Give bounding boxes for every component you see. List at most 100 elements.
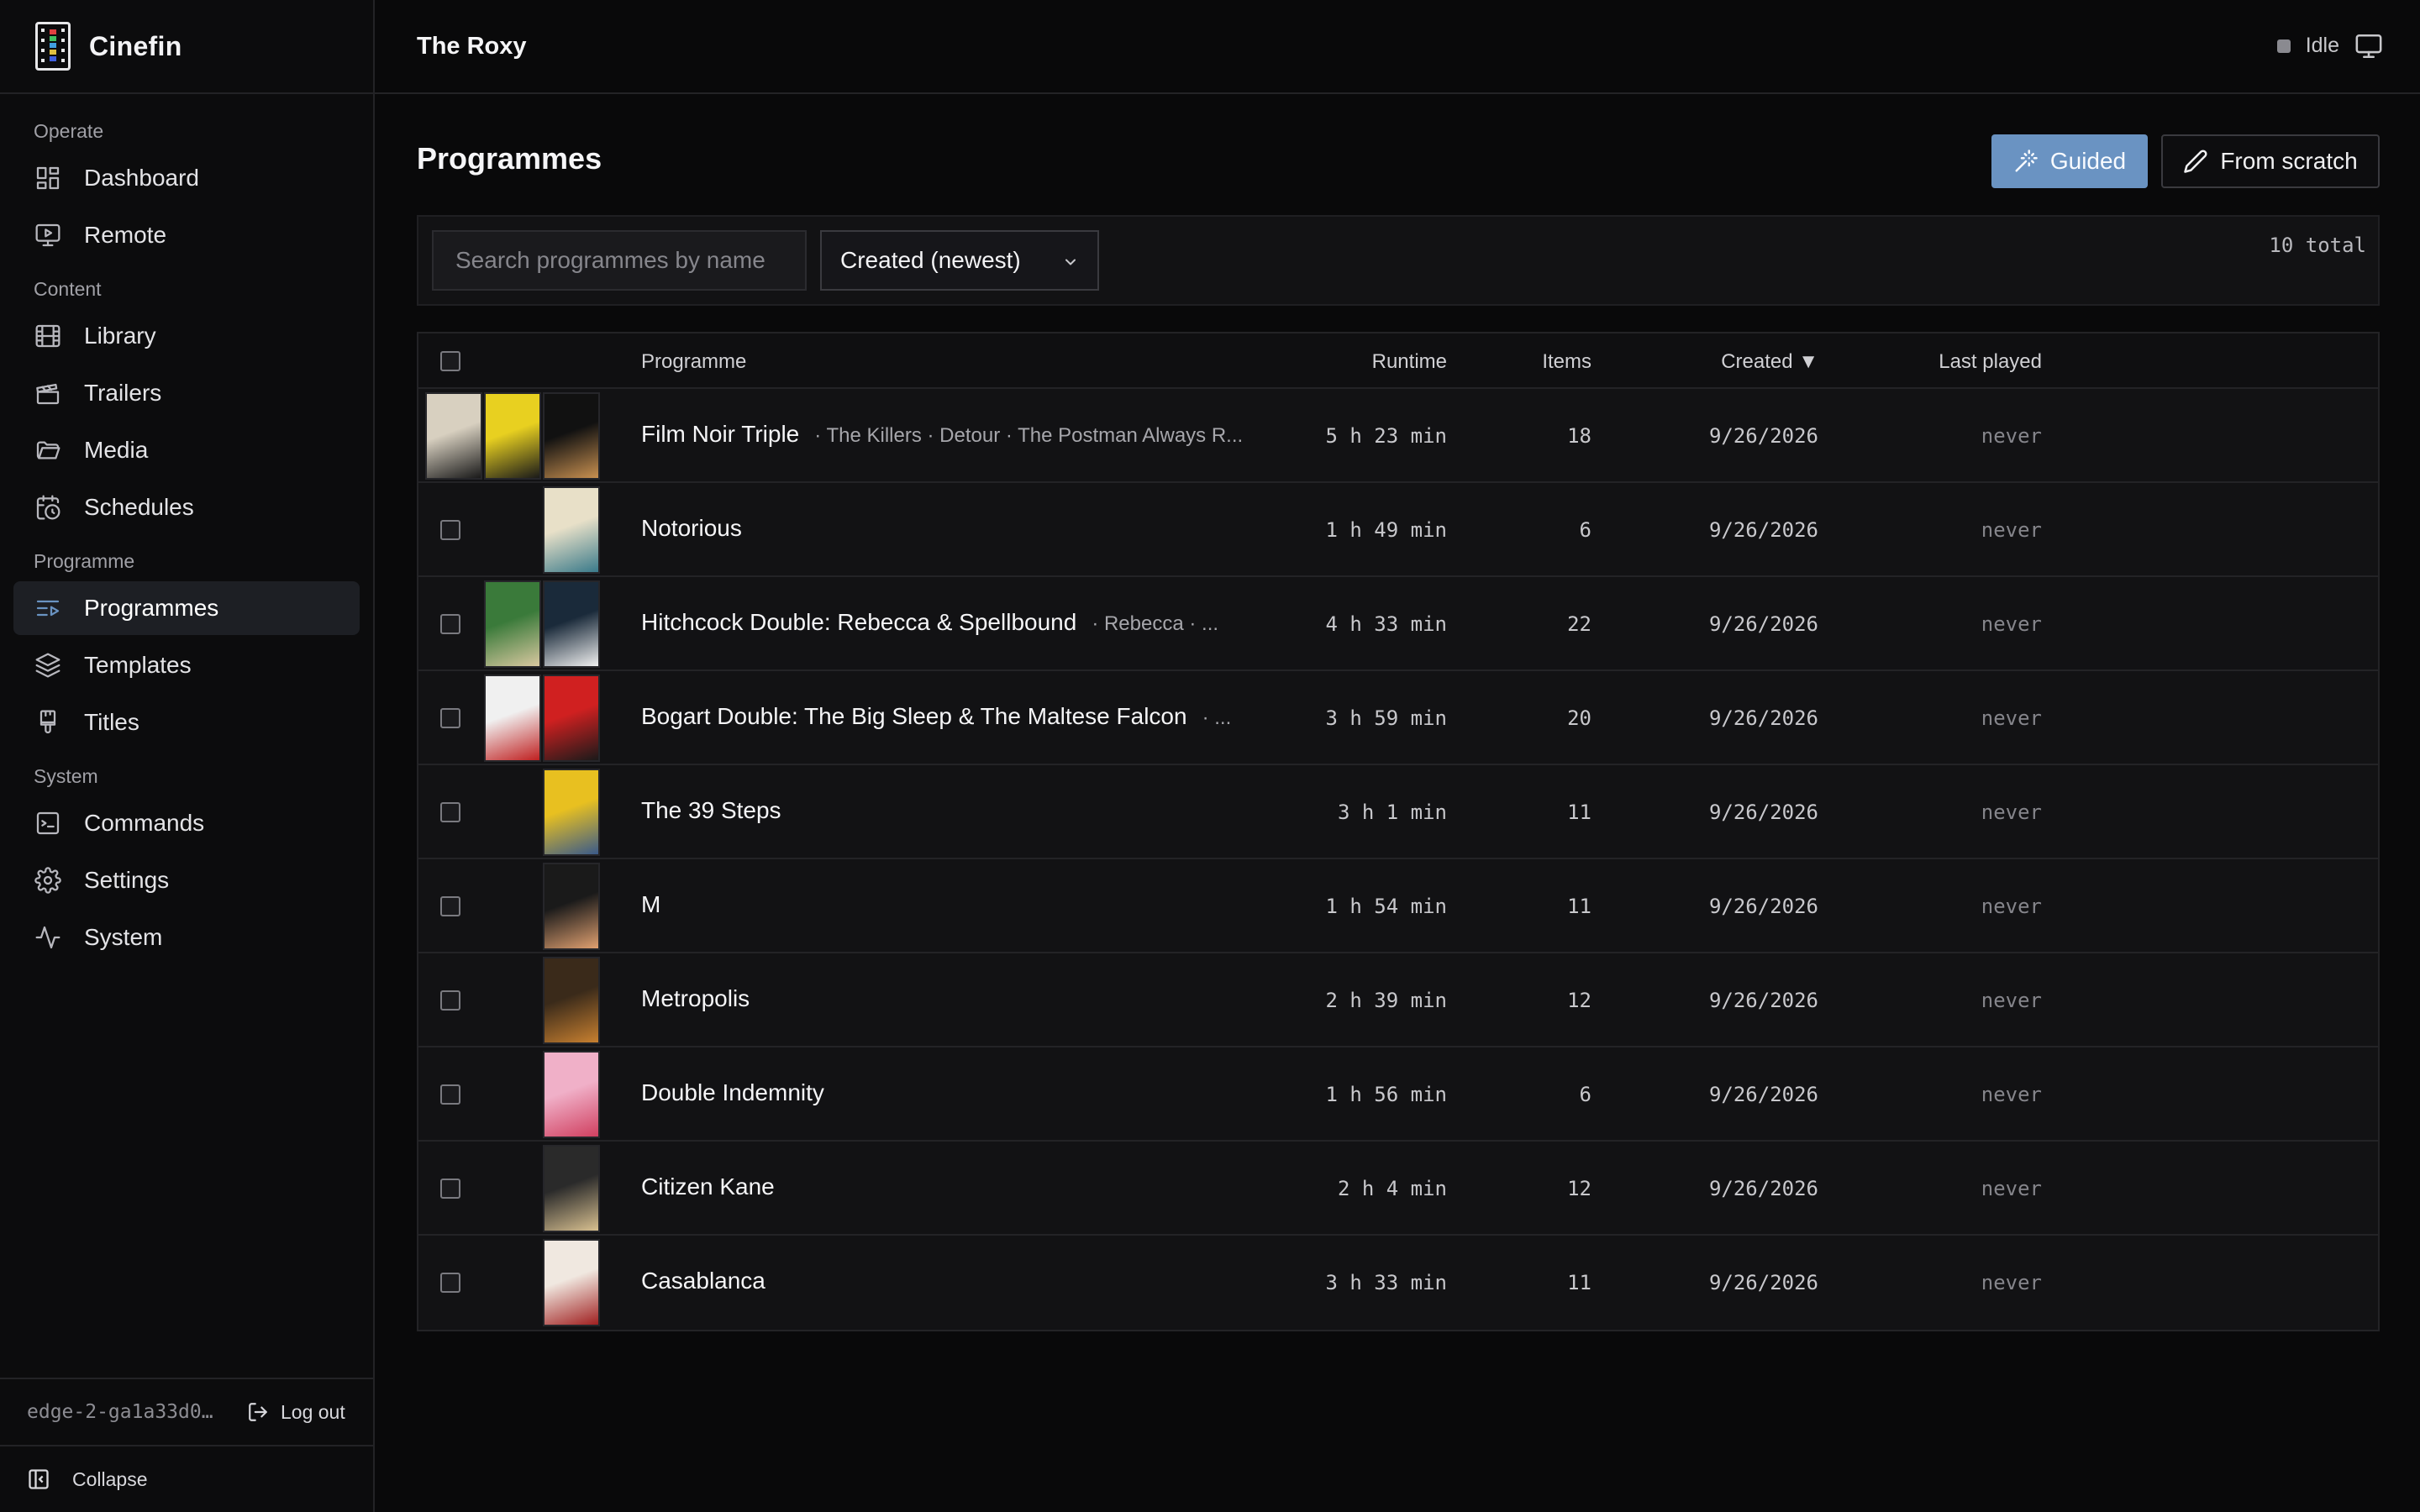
- created-cell: 9/26/2026: [1708, 1083, 1818, 1106]
- programme-cell: Citizen Kane: [641, 1173, 775, 1200]
- programme-title[interactable]: M: [641, 891, 660, 918]
- programme-title[interactable]: Casablanca: [641, 1268, 765, 1294]
- sidebar-item-label: Templates: [84, 652, 192, 678]
- table-row[interactable]: Casablanca 3 h 33 min 11 9/26/2026 never: [418, 1236, 2378, 1330]
- row-checkbox[interactable]: [440, 614, 460, 634]
- runtime-cell: 2 h 4 min: [1337, 1177, 1447, 1200]
- guided-label: Guided: [2049, 148, 2127, 174]
- last-played-cell: never: [1981, 1271, 2042, 1294]
- sidebar-item-commands[interactable]: Commands: [13, 796, 360, 850]
- app-name: Cinefin: [89, 30, 182, 61]
- sidebar-item-titles[interactable]: Titles: [13, 696, 360, 749]
- gear-icon: [34, 866, 62, 895]
- programme-title[interactable]: Bogart Double: The Big Sleep & The Malte…: [641, 703, 1187, 730]
- programme-title[interactable]: Metropolis: [641, 985, 750, 1012]
- programme-title[interactable]: Citizen Kane: [641, 1173, 775, 1200]
- brand[interactable]: Cinefin: [0, 0, 373, 94]
- programme-title[interactable]: Notorious: [641, 515, 742, 542]
- poster-thumbnails: [541, 769, 600, 856]
- collapse-label: Collapse: [72, 1467, 148, 1490]
- table-header: Programme Runtime Items Created ▼ Last p…: [418, 333, 2378, 389]
- programme-items-summary: · The Killers · Detour · The Postman Alw…: [814, 424, 1244, 447]
- row-checkbox[interactable]: [440, 1084, 460, 1105]
- pencil-icon: [2184, 150, 2207, 173]
- last-played-cell: never: [1981, 1083, 2042, 1106]
- sidebar-item-templates[interactable]: Templates: [13, 638, 360, 692]
- table-body: Film Noir Triple · The Killers · Detour ·…: [418, 389, 2378, 1330]
- table-row[interactable]: Double Indemnity 1 h 56 min 6 9/26/2026 neve…: [418, 1047, 2378, 1142]
- row-checkbox[interactable]: [440, 802, 460, 822]
- created-cell: 9/26/2026: [1708, 895, 1818, 918]
- guided-button[interactable]: Guided: [1991, 134, 2148, 188]
- list-play-icon: [34, 594, 62, 622]
- created-cell: 9/26/2026: [1708, 706, 1818, 730]
- poster-thumbnails: [482, 675, 600, 762]
- runtime-cell: 1 h 56 min: [1325, 1083, 1448, 1106]
- row-checkbox[interactable]: [440, 1179, 460, 1199]
- poster-thumbnail: [484, 392, 541, 480]
- row-checkbox[interactable]: [440, 708, 460, 728]
- sidebar-item-label: Trailers: [84, 380, 162, 406]
- runtime-cell: 3 h 1 min: [1337, 801, 1447, 824]
- from-scratch-button[interactable]: From scratch: [2161, 134, 2380, 188]
- row-checkbox[interactable]: [440, 896, 460, 916]
- page-title: Programmes: [417, 141, 602, 176]
- search-input[interactable]: [432, 230, 807, 291]
- sidebar-item-system[interactable]: System: [13, 911, 360, 964]
- programmes-table: Programme Runtime Items Created ▼ Last p…: [417, 332, 2380, 1331]
- poster-thumbnails: [541, 957, 600, 1044]
- row-checkbox[interactable]: [440, 990, 460, 1011]
- programme-title[interactable]: Film Noir Triple: [641, 421, 799, 448]
- sidebar-item-remote[interactable]: Remote: [13, 208, 360, 262]
- runtime-cell: 1 h 49 min: [1325, 518, 1448, 542]
- column-last-played[interactable]: Last played: [1939, 350, 2042, 374]
- logout-icon: [249, 1403, 267, 1421]
- programme-title[interactable]: The 39 Steps: [641, 797, 781, 824]
- sidebar-item-schedules[interactable]: Schedules: [13, 480, 360, 534]
- terminal-icon: [34, 809, 62, 837]
- table-row[interactable]: Citizen Kane 2 h 4 min 12 9/26/2026 never: [418, 1142, 2378, 1236]
- poster-thumbnail: [543, 580, 600, 668]
- column-runtime[interactable]: Runtime: [1372, 350, 1447, 374]
- sidebar-item-programmes[interactable]: Programmes: [13, 581, 360, 635]
- created-cell: 9/26/2026: [1708, 989, 1818, 1012]
- activity-icon: [34, 923, 62, 952]
- table-row[interactable]: Bogart Double: The Big Sleep & The Malte…: [418, 671, 2378, 765]
- select-all-checkbox[interactable]: [440, 351, 460, 371]
- table-row[interactable]: Metropolis 2 h 39 min 12 9/26/2026 never: [418, 953, 2378, 1047]
- table-row[interactable]: The 39 Steps 3 h 1 min 11 9/26/2026 never: [418, 765, 2378, 859]
- row-checkbox[interactable]: [440, 520, 460, 540]
- collapse-button[interactable]: Collapse: [0, 1445, 373, 1512]
- programme-cell: Metropolis: [641, 985, 750, 1012]
- logout-label: Log out: [281, 1400, 345, 1423]
- venue-name[interactable]: The Roxy: [417, 33, 527, 60]
- column-items[interactable]: Items: [1542, 350, 1591, 374]
- programme-title[interactable]: Double Indemnity: [641, 1079, 824, 1106]
- table-row[interactable]: Film Noir Triple · The Killers · Detour ·…: [418, 389, 2378, 483]
- calendar-clock-icon: [34, 493, 62, 522]
- sidebar-item-library[interactable]: Library: [13, 309, 360, 363]
- last-played-cell: never: [1981, 989, 2042, 1012]
- sidebar-item-settings[interactable]: Settings: [13, 853, 360, 907]
- created-cell: 9/26/2026: [1708, 518, 1818, 542]
- programme-cell: The 39 Steps: [641, 797, 781, 824]
- sidebar-item-media[interactable]: Media: [13, 423, 360, 477]
- poster-thumbnails: [541, 1051, 600, 1138]
- row-checkbox[interactable]: [440, 1273, 460, 1293]
- sidebar-item-dashboard[interactable]: Dashboard: [13, 151, 360, 205]
- programme-title[interactable]: Hitchcock Double: Rebecca & Spellbound: [641, 609, 1076, 636]
- logout-button[interactable]: Log out: [247, 1401, 345, 1424]
- column-programme[interactable]: Programme: [641, 350, 746, 374]
- sort-select[interactable]: Created (newest): [820, 230, 1099, 291]
- runtime-cell: 5 h 23 min: [1325, 424, 1448, 448]
- table-row[interactable]: M 1 h 54 min 11 9/26/2026 never: [418, 859, 2378, 953]
- poster-thumbnail: [543, 1145, 600, 1232]
- table-row[interactable]: Notorious 1 h 49 min 6 9/26/2026 never: [418, 483, 2378, 577]
- table-row[interactable]: Hitchcock Double: Rebecca & Spellbound · …: [418, 577, 2378, 671]
- poster-thumbnail: [543, 1239, 600, 1326]
- monitor-icon[interactable]: [2354, 32, 2383, 60]
- sidebar-nav: Operate Dashboard Remote Content Library Trai…: [0, 94, 373, 964]
- sort-value: Created (newest): [840, 247, 1021, 273]
- column-created[interactable]: Created ▼: [1721, 350, 1818, 374]
- sidebar-item-trailers[interactable]: Trailers: [13, 366, 360, 420]
